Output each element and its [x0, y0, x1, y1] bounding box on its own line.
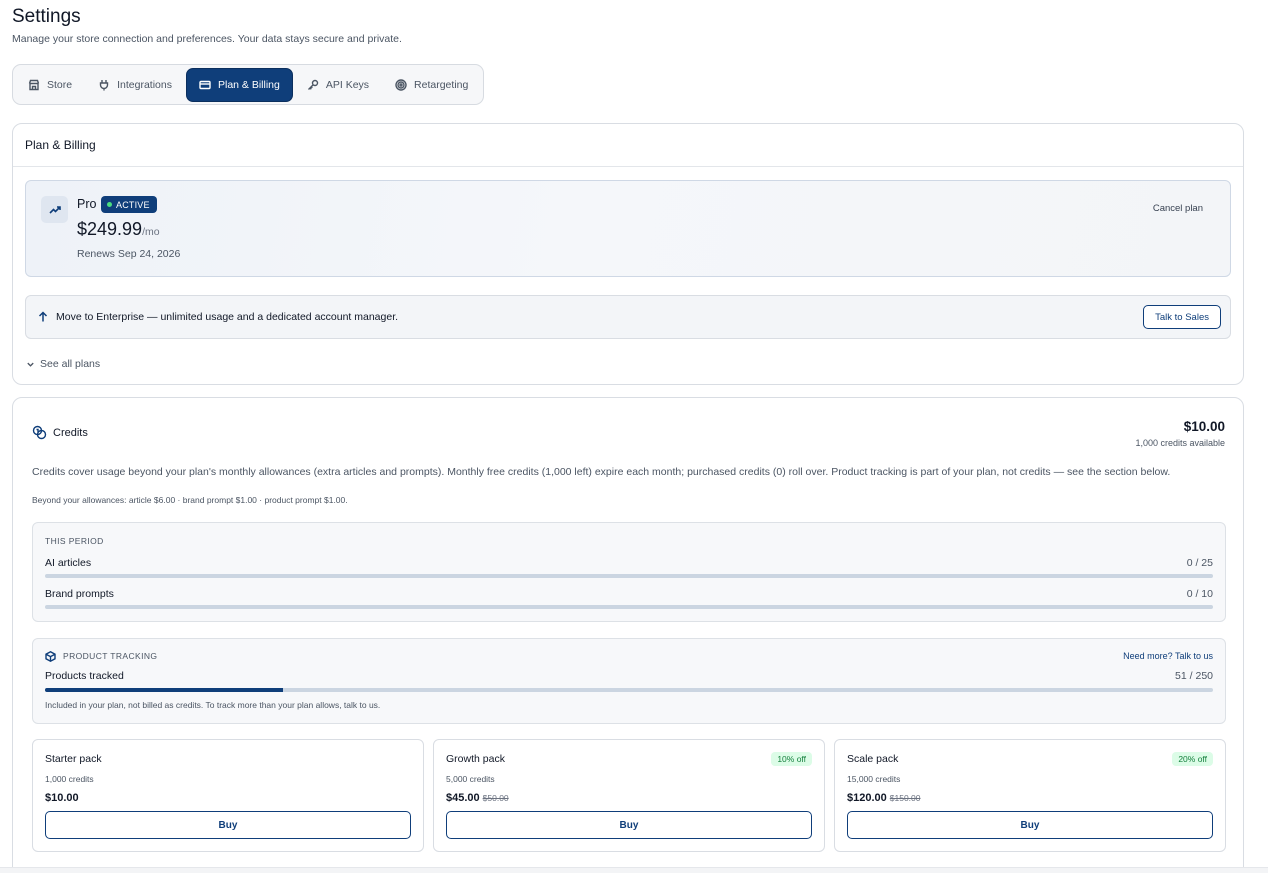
- pack-price-amount: $120.00: [847, 792, 887, 804]
- status-dot: [107, 202, 112, 207]
- this-period-label: THIS PERIOD: [45, 536, 104, 546]
- tab-store-label: Store: [47, 78, 73, 91]
- pack-credits: 15,000 credits: [847, 774, 901, 784]
- cancel-plan-button[interactable]: Cancel plan: [1153, 203, 1203, 214]
- tab-api-keys[interactable]: API Keys: [295, 68, 381, 102]
- page-subtitle: Manage your store connection and prefere…: [12, 33, 402, 45]
- current-plan-box: Pro ACTIVE $249.99/mo Renews Sep 24, 202…: [25, 180, 1231, 277]
- pack-price-amount: $45.00: [446, 792, 480, 804]
- tab-retargeting[interactable]: Retargeting: [383, 68, 480, 102]
- credits-available: 1,000 credits available: [1135, 438, 1225, 448]
- buy-scale-pack-button[interactable]: Buy: [847, 811, 1213, 839]
- pack-card-starter: Starter pack 1,000 credits $10.00 Buy: [32, 739, 424, 852]
- trending-up-icon: [48, 205, 61, 214]
- buy-growth-pack-button[interactable]: Buy: [446, 811, 812, 839]
- discount-badge: 10% off: [771, 752, 812, 766]
- buy-starter-pack-button[interactable]: Buy: [45, 811, 411, 839]
- status-badge-label: ACTIVE: [116, 199, 150, 210]
- products-tracked-value: 51 / 250: [1175, 670, 1213, 682]
- tab-api-keys-label: API Keys: [325, 78, 370, 91]
- product-tracking-note: Included in your plan, not billed as cre…: [45, 700, 381, 710]
- arrow-up-icon: [38, 311, 48, 322]
- plug-icon: [99, 79, 109, 90]
- tab-retargeting-label: Retargeting: [414, 78, 469, 91]
- usage-label-brand-prompts: Brand prompts: [45, 588, 114, 600]
- key-icon: [307, 79, 319, 90]
- pack-old-price: $50.00: [482, 793, 509, 803]
- pack-credits: 5,000 credits: [446, 774, 495, 784]
- pack-price: $10.00: [45, 792, 79, 804]
- pack-credits: 1,000 credits: [45, 774, 94, 784]
- coins-icon: [32, 425, 47, 440]
- horizontal-scrollbar[interactable]: [0, 867, 1268, 873]
- plan-price-period: /mo: [142, 226, 160, 238]
- see-all-plans-toggle[interactable]: See all plans: [26, 358, 100, 370]
- this-period-usage: THIS PERIOD AI articles 0 / 25 Brand pro…: [32, 522, 1226, 622]
- tab-store[interactable]: Store: [16, 68, 84, 102]
- credits-title: Credits: [53, 427, 88, 439]
- tab-plan-billing-label: Plan & Billing: [217, 78, 280, 91]
- trending-up-icon-container: [41, 196, 68, 223]
- credits-balance: $10.00: [1183, 419, 1225, 434]
- chevron-down-icon: [27, 362, 34, 367]
- pack-price: $120.00 $150.00: [847, 792, 921, 804]
- products-tracked-label: Products tracked: [45, 670, 124, 682]
- pack-name: Scale pack: [847, 753, 899, 765]
- page-title: Settings: [12, 6, 81, 27]
- usage-value-articles: 0 / 25: [1186, 557, 1213, 569]
- credits-card: Credits $10.00 1,000 credits available C…: [12, 397, 1244, 873]
- upgrade-banner: Move to Enterprise — unlimited usage and…: [25, 295, 1231, 339]
- upgrade-text: Move to Enterprise — unlimited usage and…: [56, 311, 399, 323]
- pack-old-price: $150.00: [889, 793, 921, 803]
- credits-description: Credits cover usage beyond your plan's m…: [32, 466, 1171, 478]
- store-icon: [28, 79, 40, 90]
- credits-overage-rates: Beyond your allowances: article $6.00 · …: [32, 495, 348, 505]
- products-tracked-bar: [45, 688, 1213, 692]
- pack-name: Starter pack: [45, 753, 102, 765]
- products-tracked-bar-fill: [45, 688, 284, 692]
- usage-bar-articles: [45, 574, 1213, 578]
- tab-integrations-label: Integrations: [117, 78, 172, 91]
- usage-bar-brand-prompts: [45, 605, 1213, 609]
- plan-renewal-date: Renews Sep 24, 2026: [77, 248, 181, 260]
- plan-price: $249.99/mo: [77, 219, 160, 240]
- plan-card-header: Plan & Billing: [13, 124, 1243, 167]
- pack-card-growth: Growth pack 10% off 5,000 credits $45.00…: [433, 739, 825, 852]
- pack-name: Growth pack: [446, 753, 505, 765]
- see-all-plans-label: See all plans: [40, 358, 101, 370]
- pack-card-scale: Scale pack 20% off 15,000 credits $120.0…: [834, 739, 1226, 852]
- tab-integrations[interactable]: Integrations: [86, 68, 184, 102]
- need-more-link[interactable]: Need more? Talk to us: [1123, 651, 1213, 661]
- talk-to-sales-button[interactable]: Talk to Sales: [1143, 305, 1221, 329]
- usage-label-articles: AI articles: [45, 557, 92, 569]
- plan-price-amount: $249.99: [77, 219, 143, 239]
- plan-billing-card: Plan & Billing Pro ACTIVE $249.99/mo Ren…: [12, 123, 1244, 385]
- package-icon: [45, 651, 56, 662]
- target-icon: [395, 78, 407, 91]
- product-tracking-label: PRODUCT TRACKING: [63, 651, 158, 661]
- settings-tabs: Store Integrations Plan & Billing API Ke…: [12, 64, 485, 105]
- credit-card-icon: [199, 80, 211, 89]
- product-tracking-box: PRODUCT TRACKING Need more? Talk to us P…: [32, 638, 1226, 724]
- discount-badge: 20% off: [1172, 752, 1213, 766]
- plan-name: Pro: [77, 197, 97, 211]
- tab-plan-billing[interactable]: Plan & Billing: [185, 67, 293, 102]
- usage-value-brand-prompts: 0 / 10: [1186, 588, 1213, 600]
- status-badge: ACTIVE: [101, 196, 157, 213]
- pack-price: $45.00 $50.00: [446, 792, 509, 804]
